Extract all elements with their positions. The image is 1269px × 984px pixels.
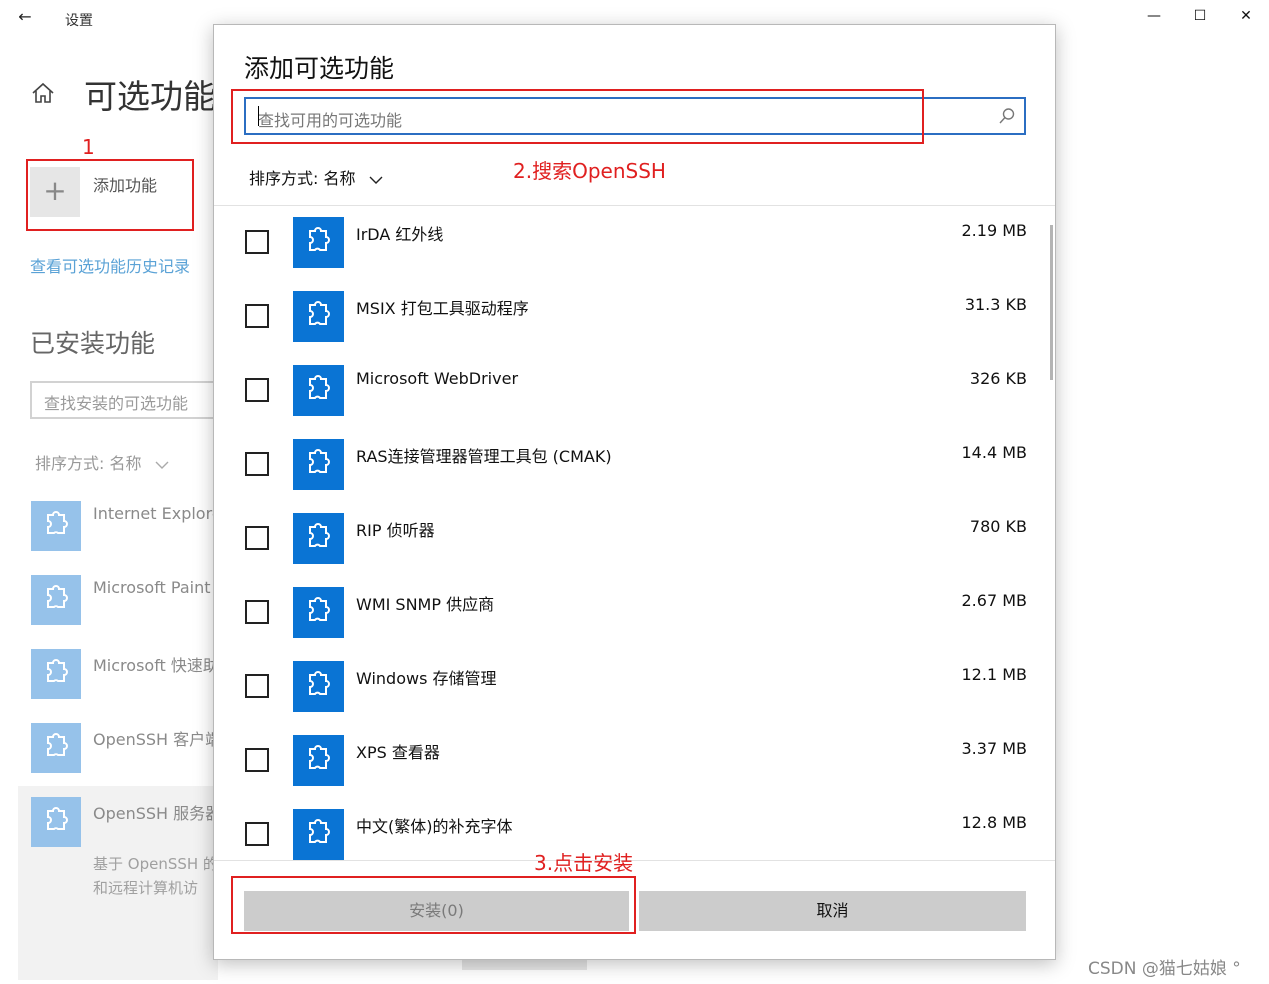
- installed-item-name: Microsoft 快速助: [93, 656, 219, 675]
- sort-label: 排序方式: 名称: [249, 169, 356, 188]
- selected-item-description: 基于 OpenSSH 的 和远程计算机访: [93, 852, 218, 900]
- installed-item[interactable]: Microsoft Paint: [30, 574, 220, 626]
- installed-item[interactable]: OpenSSH 服务器: [30, 796, 222, 848]
- puzzle-icon: [293, 217, 344, 268]
- feature-name: IrDA 红外线: [356, 225, 444, 244]
- installed-features-heading: 已安装功能: [30, 329, 156, 358]
- feature-row[interactable]: Microsoft WebDriver 326 KB: [214, 354, 1055, 428]
- feature-size: 12.8 MB: [961, 813, 1028, 832]
- minimize-button[interactable]: —: [1132, 2, 1176, 30]
- feature-size: 3.37 MB: [961, 739, 1028, 758]
- puzzle-icon: [31, 649, 81, 699]
- dialog-title: 添加可选功能: [244, 54, 395, 83]
- feature-row[interactable]: MSIX 打包工具驱动程序 31.3 KB: [214, 280, 1055, 354]
- maximize-button[interactable]: ☐: [1178, 2, 1222, 30]
- puzzle-icon: [293, 365, 344, 416]
- annotation-step3: 3.点击安装: [534, 851, 634, 875]
- feature-checkbox[interactable]: [245, 230, 269, 254]
- installed-sort-label: 排序方式: 名称: [35, 454, 142, 473]
- installed-item-name: Internet Explore: [93, 504, 222, 523]
- puzzle-icon: [31, 575, 81, 625]
- feature-checkbox[interactable]: [245, 526, 269, 550]
- installed-item[interactable]: Internet Explore: [30, 500, 222, 552]
- cancel-button[interactable]: 取消: [639, 891, 1026, 931]
- feature-name: RAS连接管理器管理工具包 (CMAK): [356, 447, 612, 466]
- window-title: 设置: [65, 13, 93, 29]
- feature-checkbox[interactable]: [245, 378, 269, 402]
- feature-size: 14.4 MB: [961, 443, 1028, 462]
- puzzle-icon: [293, 587, 344, 638]
- feature-size: 12.1 MB: [961, 665, 1028, 684]
- installed-item-name: Microsoft Paint: [93, 578, 211, 597]
- feature-checkbox[interactable]: [245, 748, 269, 772]
- puzzle-icon: [293, 513, 344, 564]
- feature-size: 326 KB: [969, 369, 1027, 388]
- feature-row[interactable]: Windows 存储管理 12.1 MB: [214, 650, 1055, 724]
- puzzle-icon: [293, 661, 344, 712]
- feature-name: Microsoft WebDriver: [356, 369, 519, 388]
- puzzle-icon: [293, 291, 344, 342]
- sort-dropdown[interactable]: 排序方式: 名称: [249, 165, 383, 189]
- list-scrollbar[interactable]: [1050, 225, 1053, 380]
- puzzle-icon: [31, 501, 81, 551]
- feature-name: Windows 存储管理: [356, 669, 497, 688]
- installed-item[interactable]: Microsoft 快速助: [30, 648, 220, 700]
- puzzle-icon: [293, 809, 344, 860]
- puzzle-icon: [31, 797, 81, 847]
- feature-checkbox[interactable]: [245, 452, 269, 476]
- page-title: 可选功能: [84, 77, 216, 116]
- installed-item[interactable]: OpenSSH 客户端: [30, 722, 222, 774]
- close-button[interactable]: ✕: [1224, 2, 1268, 30]
- annotation-box-step1: [26, 159, 194, 231]
- feature-row[interactable]: RAS连接管理器管理工具包 (CMAK) 14.4 MB: [214, 428, 1055, 502]
- annotation-step2: 2.搜索OpenSSH: [513, 159, 666, 183]
- feature-size: 780 KB: [969, 517, 1027, 536]
- puzzle-icon: [293, 439, 344, 490]
- annotation-box-step3: [231, 876, 636, 934]
- installed-item-name: OpenSSH 客户端: [93, 730, 222, 749]
- feature-name: RIP 侦听器: [356, 521, 435, 540]
- feature-name: XPS 查看器: [356, 743, 440, 762]
- description-line: 基于 OpenSSH 的: [93, 855, 218, 873]
- back-arrow-icon[interactable]: ←: [14, 6, 36, 28]
- feature-checkbox[interactable]: [245, 304, 269, 328]
- annotation-box-step2: [231, 89, 924, 144]
- watermark: CSDN @猫七姑娘 °: [1088, 959, 1241, 979]
- feature-row[interactable]: 中文(繁体)的补充字体 12.8 MB: [214, 798, 1055, 860]
- home-icon[interactable]: [30, 80, 56, 106]
- installed-search-input[interactable]: 查找安装的可选功能: [30, 381, 230, 419]
- feature-name: MSIX 打包工具驱动程序: [356, 299, 529, 318]
- feature-size: 31.3 KB: [964, 295, 1027, 314]
- feature-checkbox[interactable]: [245, 674, 269, 698]
- feature-row[interactable]: XPS 查看器 3.37 MB: [214, 724, 1055, 798]
- installed-sort-dropdown[interactable]: 排序方式: 名称: [35, 450, 169, 474]
- footer-divider: [214, 860, 1055, 861]
- feature-history-link[interactable]: 查看可选功能历史记录: [30, 253, 190, 277]
- feature-name: WMI SNMP 供应商: [356, 595, 495, 614]
- feature-row[interactable]: WMI SNMP 供应商 2.67 MB: [214, 576, 1055, 650]
- chevron-down-icon: [369, 176, 383, 184]
- feature-checkbox[interactable]: [245, 600, 269, 624]
- chevron-down-icon: [155, 461, 169, 469]
- annotation-step1: 1: [82, 135, 95, 159]
- feature-size: 2.19 MB: [961, 221, 1028, 240]
- feature-row[interactable]: IrDA 红外线 2.19 MB: [214, 206, 1055, 280]
- feature-row[interactable]: RIP 侦听器 780 KB: [214, 502, 1055, 576]
- puzzle-icon: [31, 723, 81, 773]
- feature-list: IrDA 红外线 2.19 MB MSIX 打包工具驱动程序 31.3 KB M…: [214, 206, 1055, 860]
- puzzle-icon: [293, 735, 344, 786]
- feature-name: 中文(繁体)的补充字体: [356, 817, 513, 836]
- feature-checkbox[interactable]: [245, 822, 269, 846]
- feature-size: 2.67 MB: [961, 591, 1028, 610]
- installed-item-name: OpenSSH 服务器: [93, 804, 222, 823]
- search-icon[interactable]: [998, 107, 1016, 125]
- background-button-edge: [462, 960, 587, 970]
- description-line: 和远程计算机访: [93, 879, 199, 897]
